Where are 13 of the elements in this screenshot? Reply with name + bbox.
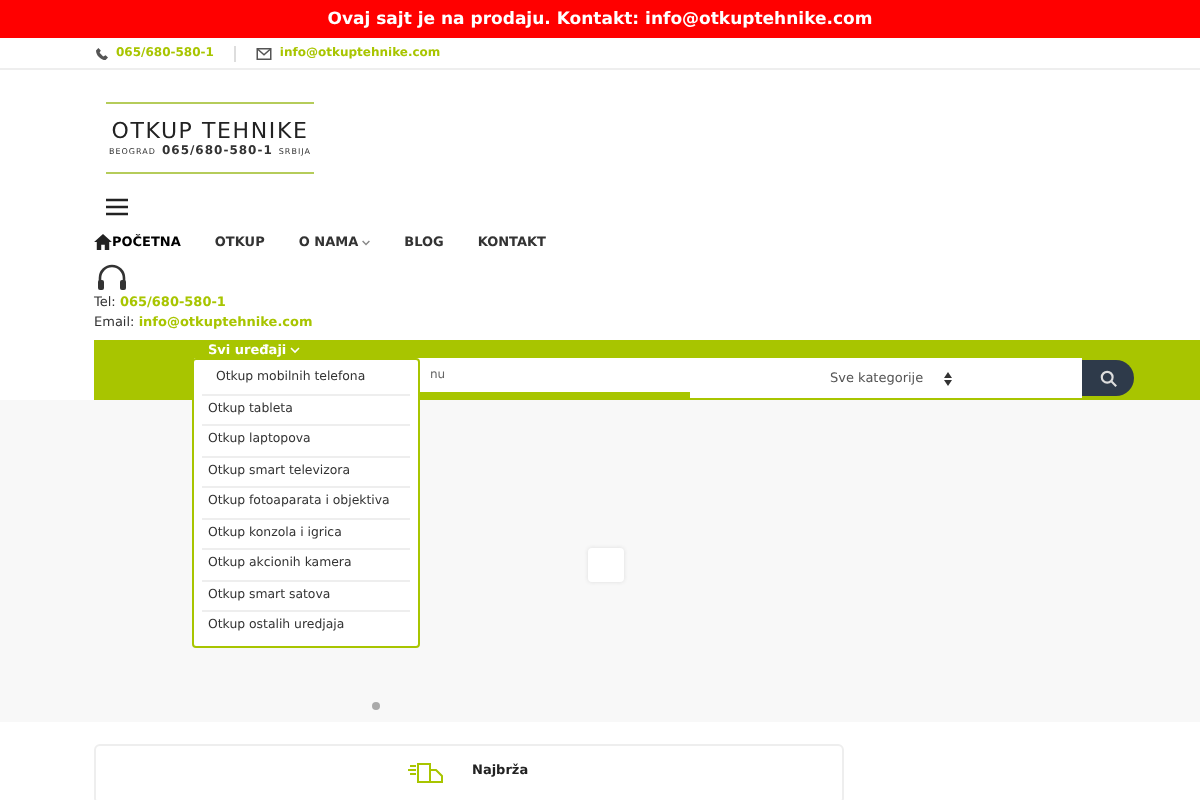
chevron-icon (290, 345, 301, 353)
headset-icon (96, 264, 128, 292)
phone-icon (96, 47, 108, 59)
sort-arrows-icon (943, 371, 952, 385)
home-icon (94, 234, 112, 250)
truck-icon (408, 762, 444, 786)
search-icon (1099, 369, 1117, 387)
caret-icon (362, 239, 371, 245)
mail-icon (255, 47, 272, 59)
announcement-text: Ovaj sajt je na prodaju. Kontakt: info@otkuptehnike.com (327, 9, 873, 29)
search-button[interactable] (1082, 360, 1134, 396)
menu-icon[interactable] (106, 198, 128, 216)
slider-dot[interactable] (372, 702, 380, 710)
